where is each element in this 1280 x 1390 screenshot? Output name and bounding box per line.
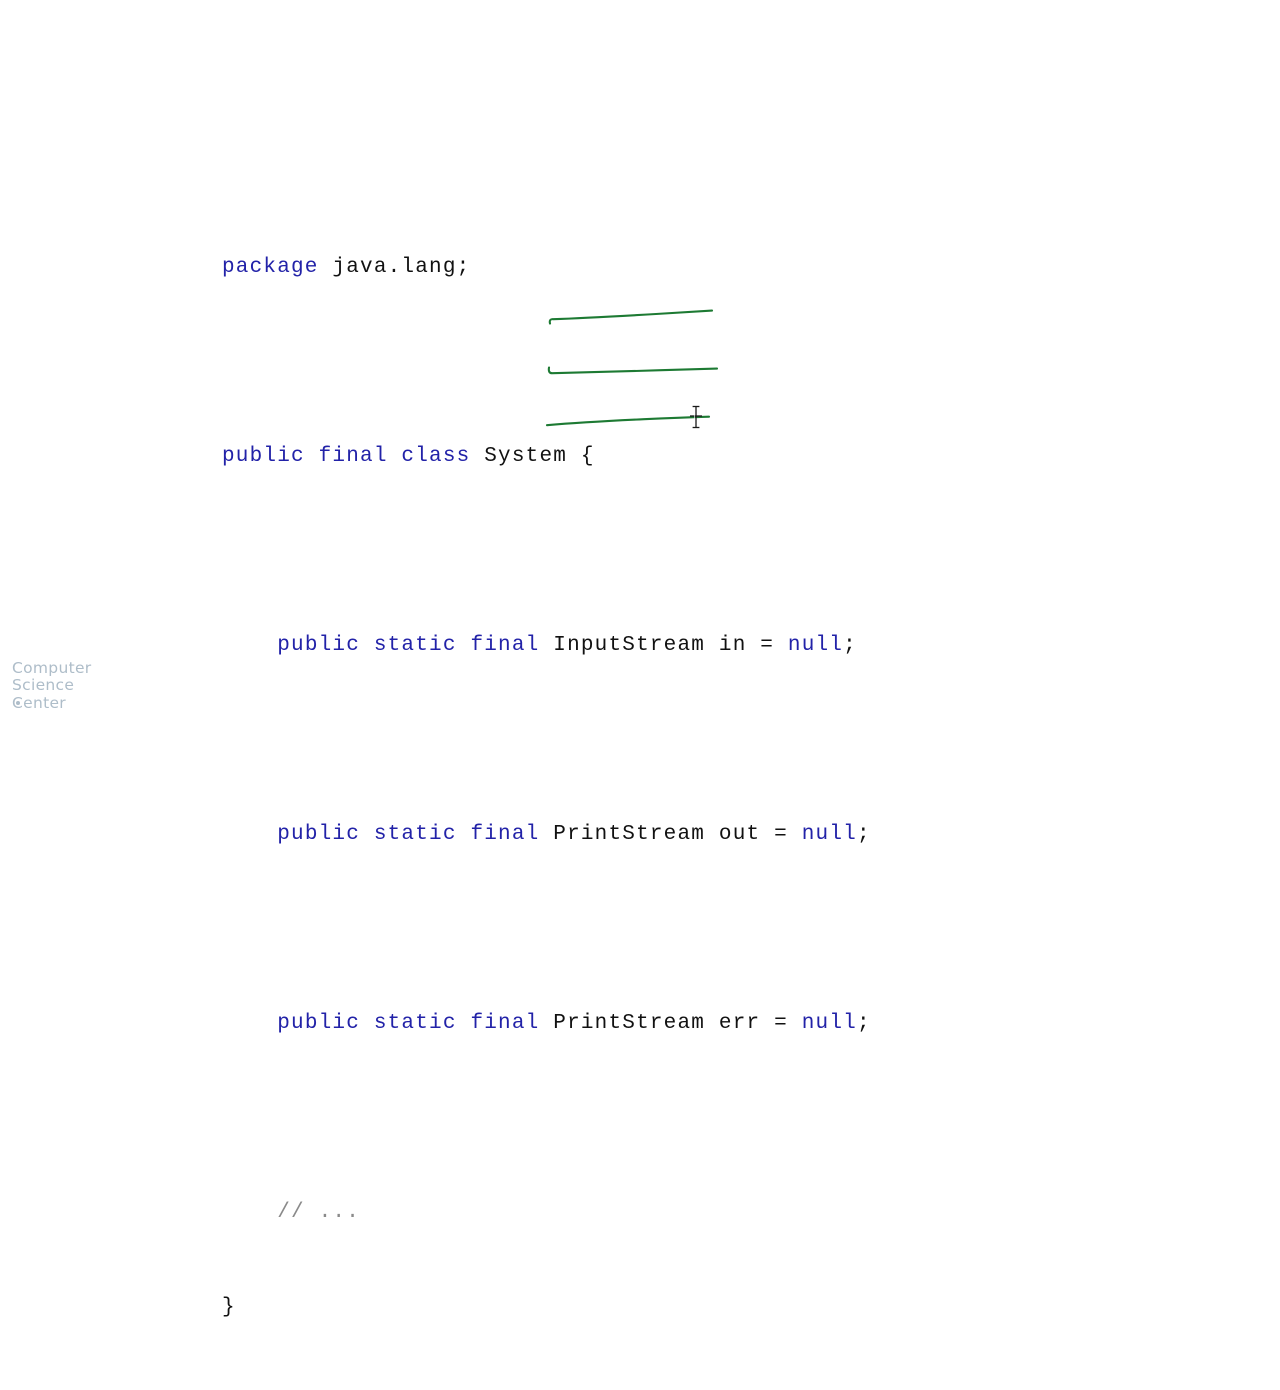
code-token-keyword: null [801, 1012, 857, 1035]
code-token-plain: InputStream in = [539, 634, 788, 657]
logo-line-3-rest: enter [23, 693, 66, 712]
code-token-keyword: public final class [222, 445, 471, 468]
code-token-keyword: public static final [277, 634, 540, 657]
code-line-field-err: public static final PrintStream err = nu… [222, 1011, 871, 1037]
code-token-keyword: null [787, 634, 844, 657]
code-token-plain: System { [470, 445, 595, 468]
code-token-keyword: public static final [277, 1012, 540, 1035]
code-token-plain: PrintStream out = [539, 823, 802, 846]
code-token-keyword: null [801, 823, 857, 846]
code-line-close-brace: } [222, 1295, 871, 1321]
code-token-keyword: public static final [277, 823, 540, 846]
code-token-comment: // ... [277, 1201, 361, 1224]
code-token-indent [222, 1201, 277, 1224]
text-cursor-icon [688, 404, 704, 430]
code-line-field-out: public static final PrintStream out = nu… [222, 822, 871, 848]
code-token-keyword: package [222, 256, 319, 279]
code-token-indent [222, 823, 277, 846]
logo-line-2: Science [12, 676, 75, 694]
code-token-indent [222, 1012, 277, 1035]
code-line-field-in: public static final InputStream in = nul… [222, 633, 871, 659]
logo-line-3: Center [12, 693, 91, 713]
code-token-plain: PrintStream err = [539, 1012, 802, 1035]
code-block: package java.lang; public final class Sy… [222, 186, 871, 1390]
logo-line-1: Computer [12, 658, 92, 677]
code-token-plain: } [222, 1296, 236, 1319]
computer-science-center-logo: Computer Science Center [12, 658, 92, 713]
code-token-indent [222, 634, 277, 657]
code-token-plain: ; [843, 634, 857, 657]
code-token-plain: ; [856, 823, 871, 846]
code-token-plain: java.lang; [318, 256, 471, 279]
logo-c-mark-icon: C [12, 693, 24, 712]
code-line-package: package java.lang; [222, 255, 871, 281]
code-token-plain: ; [856, 1012, 871, 1035]
code-line-comment: // ... [222, 1200, 871, 1226]
code-line-class-decl: public final class System { [222, 444, 871, 470]
slide-canvas: package java.lang; public final class Sy… [0, 0, 1280, 1319]
